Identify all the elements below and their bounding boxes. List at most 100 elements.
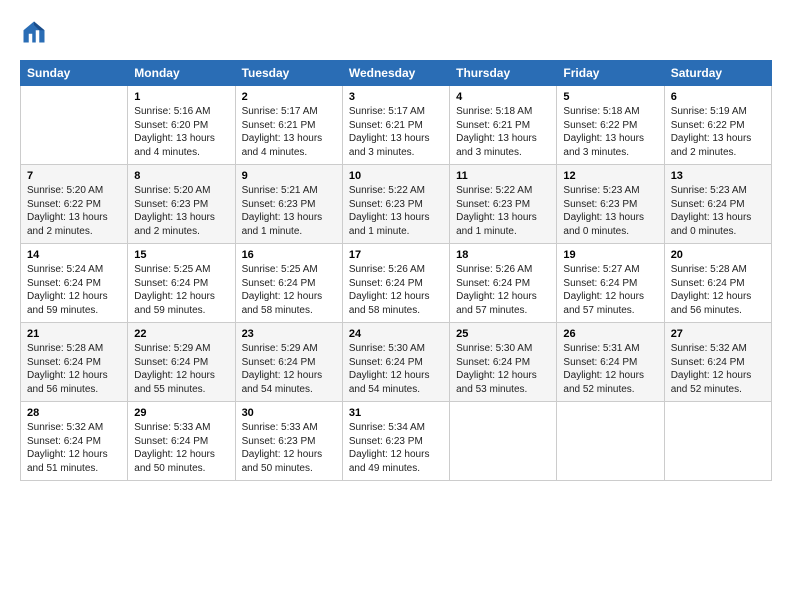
day-info: Sunrise: 5:18 AM Sunset: 6:21 PM Dayligh…: [456, 105, 550, 159]
day-info: Sunrise: 5:26 AM Sunset: 6:24 PM Dayligh…: [456, 263, 550, 317]
day-number: 3: [349, 91, 443, 103]
day-info: Sunrise: 5:33 AM Sunset: 6:24 PM Dayligh…: [134, 421, 228, 475]
day-number: 7: [27, 170, 121, 182]
week-row-5: 28 Sunrise: 5:32 AM Sunset: 6:24 PM Dayli…: [21, 402, 772, 481]
header-day-saturday: Saturday: [664, 61, 771, 86]
day-info: Sunrise: 5:30 AM Sunset: 6:24 PM Dayligh…: [456, 342, 550, 396]
day-info: Sunrise: 5:30 AM Sunset: 6:24 PM Dayligh…: [349, 342, 443, 396]
week-row-2: 7 Sunrise: 5:20 AM Sunset: 6:22 PM Daylig…: [21, 165, 772, 244]
calendar-cell: [21, 86, 128, 165]
day-info: Sunrise: 5:18 AM Sunset: 6:22 PM Dayligh…: [563, 105, 657, 159]
day-number: 10: [349, 170, 443, 182]
header-day-wednesday: Wednesday: [342, 61, 449, 86]
day-info: Sunrise: 5:21 AM Sunset: 6:23 PM Dayligh…: [242, 184, 336, 238]
day-info: Sunrise: 5:32 AM Sunset: 6:24 PM Dayligh…: [27, 421, 121, 475]
day-info: Sunrise: 5:25 AM Sunset: 6:24 PM Dayligh…: [242, 263, 336, 317]
day-info: Sunrise: 5:17 AM Sunset: 6:21 PM Dayligh…: [242, 105, 336, 159]
header-row: SundayMondayTuesdayWednesdayThursdayFrid…: [21, 61, 772, 86]
calendar-cell: 22 Sunrise: 5:29 AM Sunset: 6:24 PM Dayli…: [128, 323, 235, 402]
calendar-cell: 31 Sunrise: 5:34 AM Sunset: 6:23 PM Dayli…: [342, 402, 449, 481]
calendar-cell: 20 Sunrise: 5:28 AM Sunset: 6:24 PM Dayli…: [664, 244, 771, 323]
day-number: 31: [349, 407, 443, 419]
day-number: 17: [349, 249, 443, 261]
day-number: 14: [27, 249, 121, 261]
calendar-cell: 13 Sunrise: 5:23 AM Sunset: 6:24 PM Dayli…: [664, 165, 771, 244]
day-info: Sunrise: 5:33 AM Sunset: 6:23 PM Dayligh…: [242, 421, 336, 475]
calendar-cell: 21 Sunrise: 5:28 AM Sunset: 6:24 PM Dayli…: [21, 323, 128, 402]
calendar-cell: 23 Sunrise: 5:29 AM Sunset: 6:24 PM Dayli…: [235, 323, 342, 402]
calendar-cell: 11 Sunrise: 5:22 AM Sunset: 6:23 PM Dayli…: [450, 165, 557, 244]
day-info: Sunrise: 5:31 AM Sunset: 6:24 PM Dayligh…: [563, 342, 657, 396]
day-info: Sunrise: 5:34 AM Sunset: 6:23 PM Dayligh…: [349, 421, 443, 475]
calendar-cell: 6Sunrise: 5:19 AM Sunset: 6:22 PM Daylig…: [664, 86, 771, 165]
calendar-cell: [557, 402, 664, 481]
day-number: 20: [671, 249, 765, 261]
calendar-cell: 14 Sunrise: 5:24 AM Sunset: 6:24 PM Dayli…: [21, 244, 128, 323]
calendar-cell: [450, 402, 557, 481]
calendar-cell: 3 Sunrise: 5:17 AM Sunset: 6:21 PM Daylig…: [342, 86, 449, 165]
day-number: 5: [563, 91, 657, 103]
calendar-cell: 1 Sunrise: 5:16 AM Sunset: 6:20 PM Daylig…: [128, 86, 235, 165]
day-number: 18: [456, 249, 550, 261]
day-info: Sunrise: 5:19 AM Sunset: 6:22 PM Dayligh…: [671, 105, 765, 159]
header-day-friday: Friday: [557, 61, 664, 86]
calendar-cell: 16 Sunrise: 5:25 AM Sunset: 6:24 PM Dayli…: [235, 244, 342, 323]
day-number: 1: [134, 91, 228, 103]
calendar-cell: 10Sunrise: 5:22 AM Sunset: 6:23 PM Dayli…: [342, 165, 449, 244]
day-number: 15: [134, 249, 228, 261]
calendar-cell: 25 Sunrise: 5:30 AM Sunset: 6:24 PM Dayli…: [450, 323, 557, 402]
day-number: 29: [134, 407, 228, 419]
day-info: Sunrise: 5:29 AM Sunset: 6:24 PM Dayligh…: [242, 342, 336, 396]
logo-icon: [20, 18, 48, 46]
day-number: 2: [242, 91, 336, 103]
calendar-cell: 19Sunrise: 5:27 AM Sunset: 6:24 PM Dayli…: [557, 244, 664, 323]
day-info: Sunrise: 5:22 AM Sunset: 6:23 PM Dayligh…: [456, 184, 550, 238]
calendar-cell: 28 Sunrise: 5:32 AM Sunset: 6:24 PM Dayli…: [21, 402, 128, 481]
calendar-cell: 9 Sunrise: 5:21 AM Sunset: 6:23 PM Daylig…: [235, 165, 342, 244]
day-number: 27: [671, 328, 765, 340]
day-info: Sunrise: 5:16 AM Sunset: 6:20 PM Dayligh…: [134, 105, 228, 159]
calendar-cell: 8 Sunrise: 5:20 AM Sunset: 6:23 PM Daylig…: [128, 165, 235, 244]
day-number: 11: [456, 170, 550, 182]
header-day-thursday: Thursday: [450, 61, 557, 86]
calendar-cell: 27 Sunrise: 5:32 AM Sunset: 6:24 PM Dayli…: [664, 323, 771, 402]
day-number: 16: [242, 249, 336, 261]
day-number: 8: [134, 170, 228, 182]
week-row-4: 21 Sunrise: 5:28 AM Sunset: 6:24 PM Dayli…: [21, 323, 772, 402]
header: [20, 18, 772, 46]
calendar-cell: 24Sunrise: 5:30 AM Sunset: 6:24 PM Dayli…: [342, 323, 449, 402]
day-info: Sunrise: 5:25 AM Sunset: 6:24 PM Dayligh…: [134, 263, 228, 317]
day-number: 12: [563, 170, 657, 182]
calendar-cell: 5 Sunrise: 5:18 AM Sunset: 6:22 PM Daylig…: [557, 86, 664, 165]
day-info: Sunrise: 5:23 AM Sunset: 6:24 PM Dayligh…: [671, 184, 765, 238]
calendar-table: SundayMondayTuesdayWednesdayThursdayFrid…: [20, 60, 772, 481]
day-number: 30: [242, 407, 336, 419]
day-number: 26: [563, 328, 657, 340]
day-info: Sunrise: 5:32 AM Sunset: 6:24 PM Dayligh…: [671, 342, 765, 396]
calendar-cell: 18 Sunrise: 5:26 AM Sunset: 6:24 PM Dayli…: [450, 244, 557, 323]
header-day-monday: Monday: [128, 61, 235, 86]
day-info: Sunrise: 5:28 AM Sunset: 6:24 PM Dayligh…: [27, 342, 121, 396]
day-number: 22: [134, 328, 228, 340]
day-number: 13: [671, 170, 765, 182]
day-info: Sunrise: 5:20 AM Sunset: 6:23 PM Dayligh…: [134, 184, 228, 238]
day-info: Sunrise: 5:28 AM Sunset: 6:24 PM Dayligh…: [671, 263, 765, 317]
day-info: Sunrise: 5:27 AM Sunset: 6:24 PM Dayligh…: [563, 263, 657, 317]
day-info: Sunrise: 5:17 AM Sunset: 6:21 PM Dayligh…: [349, 105, 443, 159]
day-info: Sunrise: 5:20 AM Sunset: 6:22 PM Dayligh…: [27, 184, 121, 238]
day-number: 9: [242, 170, 336, 182]
calendar-cell: [664, 402, 771, 481]
day-number: 4: [456, 91, 550, 103]
calendar-cell: 7 Sunrise: 5:20 AM Sunset: 6:22 PM Daylig…: [21, 165, 128, 244]
day-number: 28: [27, 407, 121, 419]
day-info: Sunrise: 5:29 AM Sunset: 6:24 PM Dayligh…: [134, 342, 228, 396]
calendar-cell: 2 Sunrise: 5:17 AM Sunset: 6:21 PM Daylig…: [235, 86, 342, 165]
header-day-sunday: Sunday: [21, 61, 128, 86]
day-number: 21: [27, 328, 121, 340]
week-row-3: 14 Sunrise: 5:24 AM Sunset: 6:24 PM Dayli…: [21, 244, 772, 323]
day-info: Sunrise: 5:23 AM Sunset: 6:23 PM Dayligh…: [563, 184, 657, 238]
day-info: Sunrise: 5:24 AM Sunset: 6:24 PM Dayligh…: [27, 263, 121, 317]
calendar-cell: 4 Sunrise: 5:18 AM Sunset: 6:21 PM Daylig…: [450, 86, 557, 165]
day-number: 25: [456, 328, 550, 340]
day-number: 23: [242, 328, 336, 340]
